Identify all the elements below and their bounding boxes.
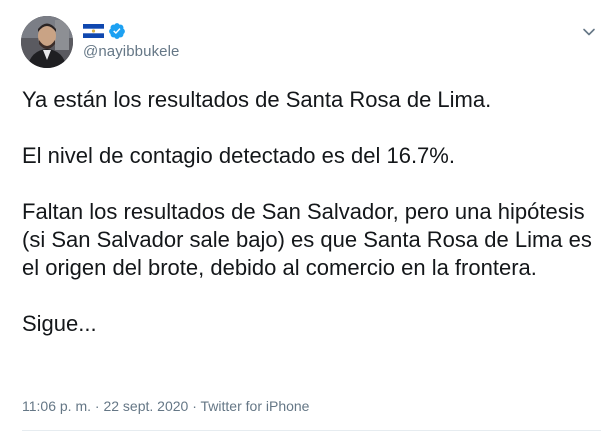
tweet-date: 22 sept. 2020 — [103, 398, 189, 414]
tweet-source[interactable]: Twitter for iPhone — [201, 398, 310, 414]
tweet-time: 11:06 p. m. — [22, 398, 92, 414]
meta-separator: · — [94, 398, 100, 414]
meta-separator: · — [192, 398, 197, 414]
verified-badge-icon — [109, 23, 125, 39]
tweet-text-line: Sigue... — [22, 311, 97, 336]
tweet-text-line: Faltan los resultados de San Salvador, p… — [22, 199, 592, 280]
profile-photo-icon — [21, 16, 73, 68]
user-handle[interactable]: @nayibbukele — [83, 43, 180, 60]
tweet-meta: 11:06 p. m. · 22 sept. 2020 · Twitter fo… — [22, 398, 309, 414]
avatar[interactable] — [21, 16, 73, 68]
tweet-header: @nayibbukele — [21, 16, 601, 68]
chevron-down-icon[interactable] — [581, 24, 597, 40]
tweet-card: @nayibbukele Ya están los resultados de … — [0, 0, 615, 442]
tweet-text-line: Ya están los resultados de Santa Rosa de… — [22, 87, 492, 112]
divider — [22, 430, 601, 431]
name-row — [83, 22, 126, 40]
tweet-text-line: El nivel de contagio detectado es del 16… — [22, 143, 455, 168]
tweet-text: Ya están los resultados de Santa Rosa de… — [22, 86, 597, 338]
el-salvador-flag-icon — [83, 24, 104, 38]
tweet-timestamp[interactable]: 11:06 p. m. · 22 sept. 2020 — [22, 398, 188, 414]
